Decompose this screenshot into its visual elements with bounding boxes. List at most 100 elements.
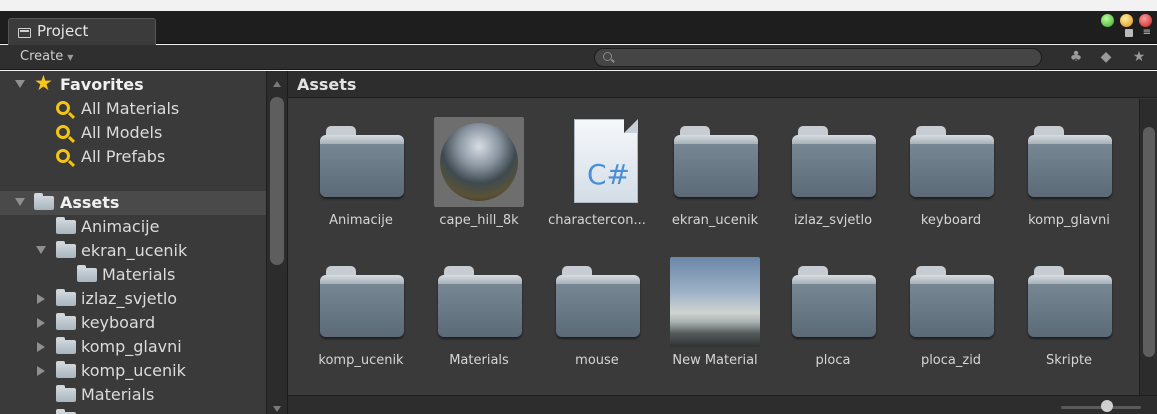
folder-icon <box>910 266 994 337</box>
asset-item[interactable]: ploca_zid <box>892 239 1010 379</box>
asset-item[interactable]: ekran_ucenik <box>656 99 774 239</box>
asset-item[interactable]: C# charactercon... <box>538 99 656 239</box>
maximize-button[interactable] <box>1101 14 1114 27</box>
folder-icon <box>56 361 76 378</box>
favorite-item[interactable]: All Prefabs <box>0 145 266 169</box>
asset-status-bar <box>288 395 1157 414</box>
breadcrumb-assets[interactable]: Assets <box>297 75 356 94</box>
tree-item-label: ekran_ucenik <box>81 241 188 260</box>
collapse-arrow-icon[interactable] <box>36 246 46 254</box>
tree-scrollbar-thumb[interactable] <box>270 97 284 265</box>
panel-menu-icon[interactable]: ≡ <box>1143 28 1151 38</box>
lock-icon[interactable] <box>1125 29 1133 37</box>
asset-grid: Animacije cape_hill_8k C# charactercon..… <box>288 99 1140 395</box>
search-field[interactable] <box>594 48 1042 67</box>
search-by-label-icon[interactable]: ◆ <box>1094 48 1118 67</box>
asset-thumbnail <box>552 257 642 347</box>
asset-item[interactable]: keyboard <box>892 99 1010 239</box>
folder-icon <box>77 265 97 282</box>
tree-item-label: Materials <box>102 265 176 284</box>
asset-thumbnail <box>434 117 524 207</box>
asset-thumbnail <box>906 257 996 347</box>
folder-icon <box>320 126 404 197</box>
asset-thumbnail <box>906 117 996 207</box>
breadcrumb: Assets <box>288 71 1157 98</box>
create-button-label: Create <box>20 49 64 64</box>
hdri-sphere <box>440 123 518 201</box>
expand-arrow-icon[interactable] <box>37 342 45 352</box>
asset-grid-scrollbar-thumb[interactable] <box>1143 127 1155 357</box>
expand-arrow-icon[interactable] <box>37 366 45 376</box>
asset-item[interactable]: izlaz_svjetlo <box>774 99 892 239</box>
tree-scrollbar[interactable] <box>266 71 287 414</box>
folder-icon <box>438 266 522 337</box>
asset-thumbnail <box>670 257 760 347</box>
expand-arrow-icon[interactable] <box>37 318 45 328</box>
tree-item-label: komp_glavni <box>81 337 182 356</box>
folder-icon <box>1028 266 1112 337</box>
favorites-title: Favorites <box>60 75 144 94</box>
search-filter-icon <box>56 125 70 139</box>
search-input[interactable] <box>619 50 1029 65</box>
tree-item[interactable]: komp_glavni <box>0 335 266 359</box>
asset-grid-scrollbar[interactable] <box>1139 99 1157 395</box>
asset-thumbnail <box>788 117 878 207</box>
folder-icon <box>56 217 76 234</box>
tree-row-favorites[interactable]: ★ Favorites <box>0 71 266 97</box>
collapse-arrow-icon[interactable] <box>15 198 25 206</box>
asset-item[interactable]: cape_hill_8k <box>420 99 538 239</box>
asset-label: izlaz_svjetlo <box>793 213 873 228</box>
expand-arrow-icon[interactable] <box>37 294 45 304</box>
tree-item[interactable]: komp_ucenik <box>0 359 266 383</box>
asset-thumbnail <box>1024 117 1114 207</box>
dropdown-caret-icon: ▼ <box>67 53 74 62</box>
asset-thumbnail <box>788 257 878 347</box>
folder-icon <box>556 266 640 337</box>
collapse-arrow-icon[interactable] <box>15 80 25 88</box>
asset-thumbnail <box>316 117 406 207</box>
tree-item[interactable]: Materials <box>0 383 266 407</box>
asset-label: komp_ucenik <box>318 353 404 368</box>
asset-item[interactable]: Skripte <box>1010 239 1128 379</box>
tree-item[interactable]: ekran_ucenik <box>0 239 266 263</box>
close-button[interactable] <box>1139 14 1152 27</box>
tree-item[interactable]: Materials <box>0 263 266 287</box>
asset-item[interactable]: ploca <box>774 239 892 379</box>
folder-icon <box>56 385 76 402</box>
tree-item[interactable] <box>0 407 266 414</box>
tree-row-assets[interactable]: Assets <box>0 191 266 215</box>
asset-item[interactable]: Animacije <box>302 99 420 239</box>
save-search-star-icon[interactable]: ★ <box>1127 48 1151 67</box>
tree-item[interactable]: keyboard <box>0 311 266 335</box>
search-filter-icon <box>56 101 70 115</box>
favorite-item-label: All Prefabs <box>81 147 166 166</box>
favorite-item[interactable]: All Models <box>0 121 266 145</box>
folder-icon <box>56 241 76 258</box>
top-margin <box>0 0 1157 11</box>
asset-label: ekran_ucenik <box>671 213 759 228</box>
favorite-item-label: All Materials <box>81 99 180 118</box>
asset-item[interactable]: komp_glavni <box>1010 99 1128 239</box>
scroll-down-arrow-icon[interactable] <box>273 406 281 412</box>
asset-item[interactable]: mouse <box>538 239 656 379</box>
tree-item-label: izlaz_svjetlo <box>81 289 178 308</box>
minimize-button[interactable] <box>1120 14 1133 27</box>
asset-item[interactable]: komp_ucenik <box>302 239 420 379</box>
favorite-item-label: All Models <box>81 123 163 142</box>
asset-item[interactable]: New Material <box>656 239 774 379</box>
tab-project[interactable]: Project <box>8 18 156 45</box>
favorite-item[interactable]: All Materials <box>0 97 266 121</box>
icon-size-slider-knob[interactable] <box>1101 400 1113 412</box>
asset-label: ploca_zid <box>920 353 982 368</box>
search-by-type-icon[interactable]: ♣ <box>1064 48 1088 67</box>
tab-project-label: Project <box>37 22 89 40</box>
create-button[interactable]: Create ▼ <box>20 49 73 64</box>
scroll-up-arrow-icon[interactable] <box>273 81 281 87</box>
asset-label: Skripte <box>1045 353 1093 368</box>
tab-row: Project ≡ <box>0 11 1157 45</box>
asset-item[interactable]: Materials <box>420 239 538 379</box>
asset-thumbnail <box>316 257 406 347</box>
assets-root-label: Assets <box>60 193 120 212</box>
tree-item[interactable]: Animacije <box>0 215 266 239</box>
tree-item[interactable]: izlaz_svjetlo <box>0 287 266 311</box>
